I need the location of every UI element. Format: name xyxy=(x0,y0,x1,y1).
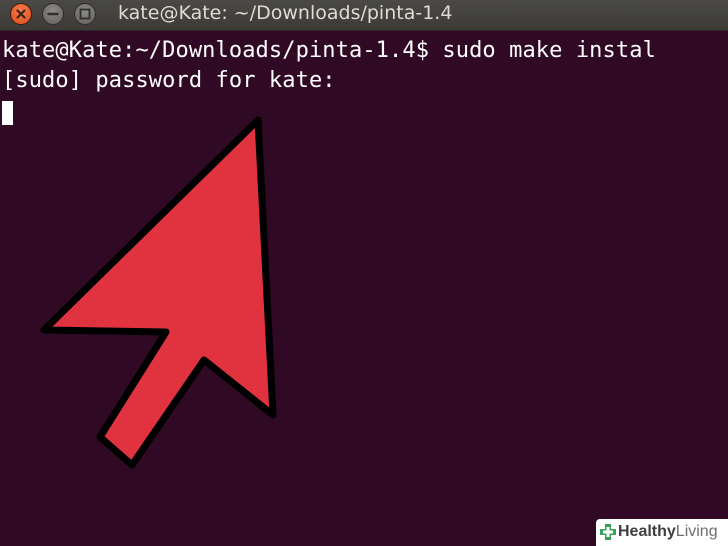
watermark-word-living: Living xyxy=(675,523,718,540)
pointer-arrow-icon xyxy=(40,116,277,469)
health-cross-icon xyxy=(600,524,616,540)
watermark-text: HealthyLiving xyxy=(618,522,718,542)
terminal-window: kate@Kate: ~/Downloads/pinta-1.4 kate@Ka… xyxy=(0,0,728,546)
watermark-word-healthy: Healthy xyxy=(618,523,676,540)
watermark: HealthyLiving xyxy=(596,519,728,546)
